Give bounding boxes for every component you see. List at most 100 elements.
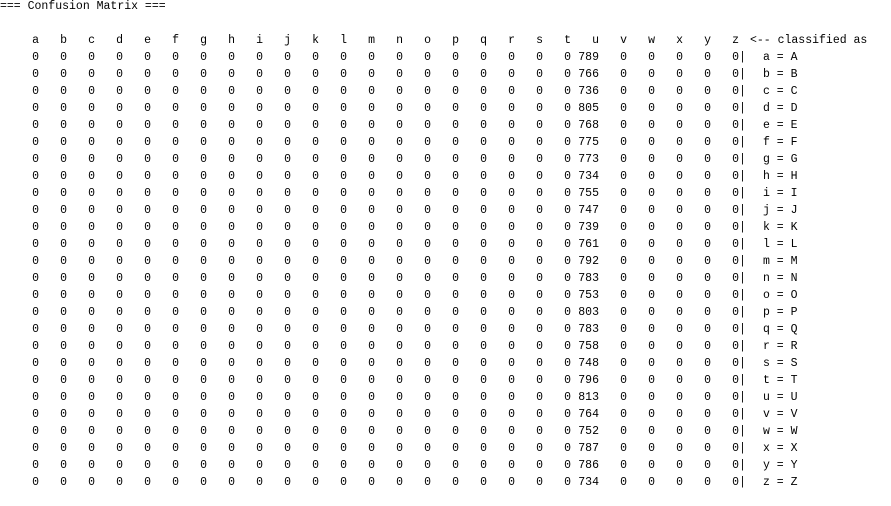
matrix-cell: 0	[704, 408, 711, 421]
matrix-cell: 0	[116, 221, 123, 234]
matrix-cell: 0	[732, 442, 739, 455]
matrix-cell: 0	[256, 51, 263, 64]
row-separator: |	[739, 323, 746, 336]
matrix-cell: 0	[564, 374, 571, 387]
matrix-cell: 0	[396, 102, 403, 115]
matrix-cell: 0	[732, 102, 739, 115]
matrix-cell: 0	[88, 119, 95, 132]
matrix-cell: 0	[508, 51, 515, 64]
matrix-cell: 0	[144, 102, 151, 115]
matrix-cell: 0	[200, 68, 207, 81]
matrix-cell: 0	[452, 102, 459, 115]
matrix-cell: 0	[256, 306, 263, 319]
matrix-cell: 0	[424, 442, 431, 455]
matrix-cell: 0	[564, 459, 571, 472]
matrix-cell: 0	[564, 153, 571, 166]
matrix-cell: 0	[536, 306, 543, 319]
row-class-label: k = K	[763, 221, 798, 234]
matrix-cell: 0	[452, 323, 459, 336]
matrix-cell: 0	[676, 459, 683, 472]
column-header-d: d	[116, 34, 123, 47]
matrix-cell: 803	[578, 306, 599, 319]
row-class-label: o = O	[763, 289, 798, 302]
classified-as-note: <-- classified as	[750, 34, 868, 47]
matrix-cell: 0	[648, 102, 655, 115]
matrix-cell: 0	[368, 340, 375, 353]
matrix-cell: 0	[480, 357, 487, 370]
matrix-cell: 0	[340, 425, 347, 438]
matrix-cell: 0	[452, 51, 459, 64]
matrix-cell: 0	[508, 68, 515, 81]
matrix-cell: 0	[256, 85, 263, 98]
matrix-cell: 0	[704, 204, 711, 217]
matrix-cell: 0	[144, 323, 151, 336]
matrix-cell: 0	[32, 476, 39, 489]
matrix-cell: 0	[480, 102, 487, 115]
matrix-cell: 0	[508, 136, 515, 149]
matrix-cell: 0	[424, 391, 431, 404]
matrix-cell: 0	[648, 255, 655, 268]
matrix-cell: 0	[480, 425, 487, 438]
matrix-cell: 0	[732, 408, 739, 421]
matrix-cell: 0	[424, 85, 431, 98]
matrix-cell: 0	[284, 68, 291, 81]
matrix-cell: 0	[284, 459, 291, 472]
matrix-cell: 0	[312, 340, 319, 353]
matrix-cell: 786	[578, 459, 599, 472]
matrix-cell: 0	[312, 391, 319, 404]
matrix-cell: 0	[508, 442, 515, 455]
matrix-cell: 0	[284, 221, 291, 234]
matrix-cell: 0	[620, 187, 627, 200]
column-header-t: t	[564, 34, 571, 47]
matrix-cell: 0	[144, 408, 151, 421]
matrix-cell: 0	[172, 170, 179, 183]
matrix-cell: 0	[284, 408, 291, 421]
matrix-cell: 0	[256, 408, 263, 421]
matrix-cell: 0	[144, 136, 151, 149]
matrix-cell: 0	[480, 238, 487, 251]
matrix-cell: 0	[452, 357, 459, 370]
matrix-cell: 0	[704, 425, 711, 438]
matrix-cell: 0	[620, 476, 627, 489]
matrix-cell: 0	[228, 408, 235, 421]
matrix-cell: 0	[200, 323, 207, 336]
matrix-cell: 0	[704, 323, 711, 336]
matrix-cell: 0	[340, 170, 347, 183]
matrix-cell: 0	[452, 340, 459, 353]
matrix-cell: 0	[620, 340, 627, 353]
matrix-cell: 0	[284, 289, 291, 302]
matrix-cell: 0	[88, 238, 95, 251]
column-header-z: z	[732, 34, 739, 47]
matrix-cell: 0	[396, 51, 403, 64]
matrix-cell: 0	[480, 476, 487, 489]
matrix-cell: 0	[172, 340, 179, 353]
row-class-label: l = L	[763, 238, 798, 251]
column-header-n: n	[396, 34, 403, 47]
matrix-cell: 0	[228, 442, 235, 455]
matrix-cell: 0	[620, 51, 627, 64]
row-class-label: h = H	[763, 170, 798, 183]
matrix-cell: 0	[228, 306, 235, 319]
row-class-label: b = B	[763, 68, 798, 81]
matrix-cell: 0	[172, 306, 179, 319]
matrix-cell: 0	[172, 476, 179, 489]
matrix-cell: 0	[396, 459, 403, 472]
matrix-cell: 0	[116, 425, 123, 438]
matrix-cell: 0	[536, 51, 543, 64]
matrix-cell: 0	[452, 476, 459, 489]
matrix-cell: 0	[648, 204, 655, 217]
matrix-cell: 0	[340, 459, 347, 472]
column-header-o: o	[424, 34, 431, 47]
matrix-cell: 0	[144, 425, 151, 438]
matrix-cell: 0	[284, 102, 291, 115]
row-separator: |	[739, 272, 746, 285]
matrix-cell: 0	[732, 187, 739, 200]
matrix-cell: 0	[732, 306, 739, 319]
matrix-cell: 0	[256, 323, 263, 336]
matrix-cell: 0	[536, 153, 543, 166]
row-class-label: n = N	[763, 272, 798, 285]
matrix-cell: 805	[578, 102, 599, 115]
matrix-cell: 768	[578, 119, 599, 132]
matrix-cell: 0	[704, 238, 711, 251]
matrix-cell: 0	[340, 476, 347, 489]
